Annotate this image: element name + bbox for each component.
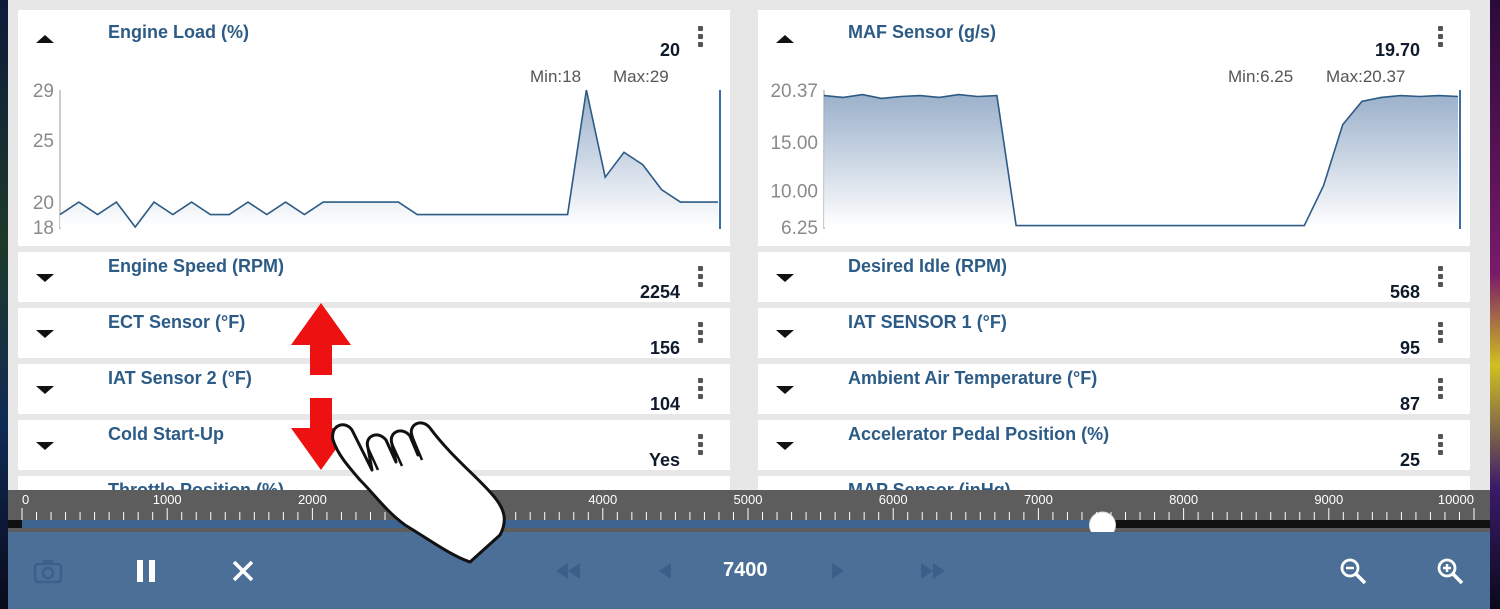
gauge-accelerator-pedal-position: Accelerator Pedal Position (%) 25 [758,420,1470,470]
kebab-menu-icon[interactable] [698,378,704,402]
gauge-title: Desired Idle (RPM) [848,256,1008,276]
ruler-tick-label: 4000 [588,492,617,507]
y-tick-label: 10.00 [770,182,818,203]
ruler-tick-label: 9000 [1314,492,1343,507]
kebab-menu-icon[interactable] [1438,322,1444,346]
gauge-value: 104 [649,394,680,414]
close-icon[interactable] [223,532,263,609]
gauge-title: IAT Sensor 2 (°F) [108,368,252,388]
kebab-menu-icon[interactable] [698,322,704,346]
step-forward-icon[interactable] [823,532,853,609]
gauge-engine-speed: Engine Speed (RPM) 2254 [18,252,730,302]
kebab-menu-icon[interactable] [1438,378,1444,402]
ruler-tick-label: 7000 [1024,492,1053,507]
gauge-value: 25 [1399,450,1420,470]
fast-rewind-icon[interactable] [548,532,588,609]
gauge-value: 568 [1389,282,1420,302]
gauge-engine-load: Engine Load (%) 20 Min:18 Max:29 29 25 20 1… [18,10,730,246]
expand-chevron-icon[interactable] [776,330,794,338]
zoom-out-icon[interactable] [1333,532,1373,609]
gauge-value: 2254 [639,282,680,302]
ruler-tick-label: 6000 [879,492,908,507]
gauge-maf-sensor: MAF Sensor (g/s) 19.70 Min:6.25 Max:20.3… [758,10,1470,246]
gauge-value: 87 [1399,394,1420,414]
expand-chevron-icon[interactable] [36,386,54,394]
step-back-icon[interactable] [650,532,680,609]
expand-chevron-icon[interactable] [776,386,794,394]
timeline-position-value: 7400 [723,559,768,581]
gauge-value: 95 [1399,338,1420,358]
timeline-progress [22,520,1097,528]
expand-chevron-icon[interactable] [36,442,54,450]
y-tick-label: 20.37 [770,81,818,102]
kebab-menu-icon[interactable] [1438,434,1444,458]
timeline-slider-handle[interactable] [1088,511,1116,532]
gauge-title: Accelerator Pedal Position (%) [848,424,1110,444]
ruler-tick-label: 2000 [298,492,327,507]
series-area [824,94,1458,227]
expand-chevron-icon[interactable] [776,274,794,282]
gauge-title: Engine Speed (RPM) [108,256,285,276]
gauge-ect-sensor: ECT Sensor (°F) 156 [18,308,730,358]
expand-chevron-icon[interactable] [36,274,54,282]
gauge-iat-sensor-2: IAT Sensor 2 (°F) 104 [18,364,730,414]
y-tick-label: 20 [33,193,54,214]
gauge-title: Ambient Air Temperature (°F) [848,368,1098,388]
playback-toolbar: 7400 [8,532,1490,609]
desktop-edge-right [1490,0,1500,609]
gauge-title: ECT Sensor (°F) [108,312,246,332]
gauge-value: 156 [649,338,680,358]
y-tick-label: 18 [33,218,54,239]
gauge-title: Cold Start-Up [108,424,224,444]
ruler-tick-label: 8000 [1169,492,1198,507]
timeline-ruler-svg[interactable]: 0 1000 2000 3000 4000 5000 6000 7000 8000 9000 100… [8,490,1490,532]
gauge-ambient-air-temperature: Ambient Air Temperature (°F) 87 [758,364,1470,414]
timeline-ruler[interactable]: 0 1000 2000 3000 4000 5000 6000 7000 8000 9000 100… [8,490,1490,532]
engine-load-chart-svg: 29 25 20 18 [33,81,721,239]
gauge-title: IAT SENSOR 1 (°F) [848,312,1007,332]
zoom-in-icon[interactable] [1430,532,1470,609]
gauge-iat-sensor-1: IAT SENSOR 1 (°F) 95 [758,308,1470,358]
maf-sensor-chart-svg: 20.37 15.00 10.00 6.25 [770,81,1461,239]
expand-chevron-icon[interactable] [36,330,54,338]
gauge-value: Yes [648,450,680,470]
expand-chevron-icon[interactable] [776,442,794,450]
kebab-menu-icon[interactable] [698,266,704,290]
kebab-menu-icon[interactable] [698,434,704,458]
ruler-tick-label: 0 [22,492,29,507]
pause-icon[interactable] [126,532,166,609]
kebab-menu-icon[interactable] [1438,266,1444,290]
fast-forward-icon[interactable] [913,532,953,609]
ruler-tick-label: 1000 [153,492,182,507]
camera-icon[interactable] [28,532,68,609]
gauge-desired-idle: Desired Idle (RPM) 568 [758,252,1470,302]
y-tick-label: 6.25 [781,218,818,239]
ruler-tick-label: 3000 [443,492,472,507]
y-tick-label: 15.00 [770,133,818,154]
y-tick-label: 29 [33,81,54,102]
desktop-edge-left [0,0,8,609]
gauge-cold-start-up: Cold Start-Up Yes [18,420,730,470]
y-tick-label: 25 [33,131,54,152]
ruler-tick-label: 5000 [734,492,763,507]
ruler-tick-label: 10000 [1438,492,1474,507]
